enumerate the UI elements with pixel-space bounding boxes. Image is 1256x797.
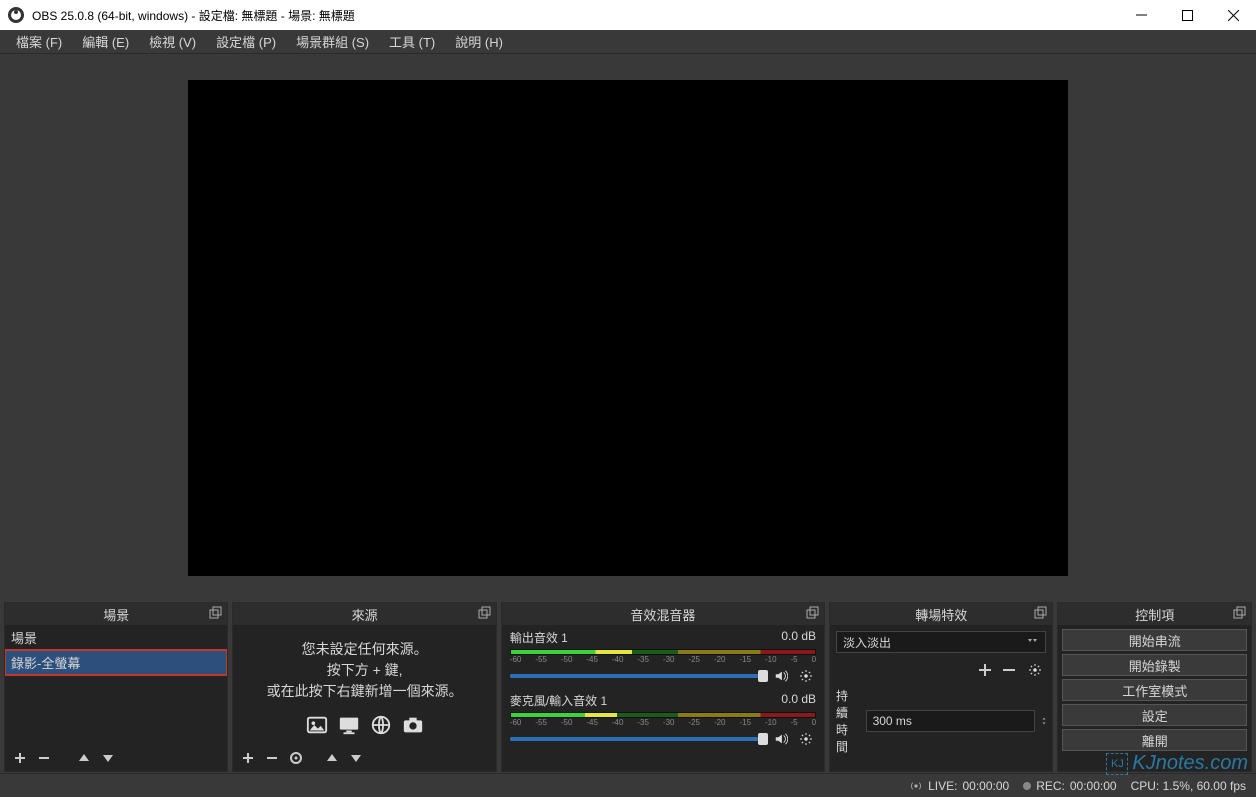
mixer-track: 麥克風/輸入音效 10.0 dB -60-55-50-45-40-35-30-2…: [502, 688, 824, 751]
status-cpu: CPU: 1.5%, 60.00 fps: [1131, 779, 1246, 793]
track-db: 0.0 dB: [781, 629, 816, 646]
remove-source-button[interactable]: [263, 749, 281, 767]
transitions-title: 轉場特效: [915, 605, 967, 624]
controls-title: 控制項: [1135, 605, 1174, 624]
control-button[interactable]: 開始錄製: [1062, 654, 1247, 676]
menu-edit[interactable]: 編輯 (E): [72, 30, 139, 53]
camera-source-icon: [402, 714, 424, 739]
control-button[interactable]: 工作室模式: [1062, 679, 1247, 701]
track-settings-button[interactable]: [796, 729, 816, 749]
menu-tools[interactable]: 工具 (T): [379, 30, 445, 53]
mute-button[interactable]: [772, 730, 790, 748]
scene-item[interactable]: 場景: [5, 625, 227, 650]
move-scene-up-button[interactable]: [75, 749, 93, 767]
undock-icon[interactable]: [806, 606, 820, 623]
menu-scene-collection[interactable]: 場景群組 (S): [286, 30, 379, 53]
transition-select[interactable]: 淡入淡出: [836, 631, 1046, 653]
remove-scene-button[interactable]: [35, 749, 53, 767]
move-source-up-button[interactable]: [323, 749, 341, 767]
scenes-list[interactable]: 場景錄影-全螢幕: [5, 625, 227, 745]
track-name: 麥克風/輸入音效 1: [510, 692, 607, 709]
track-name: 輸出音效 1: [510, 629, 568, 646]
controls-panel: 控制項 開始串流開始錄製工作室模式設定離開: [1057, 602, 1252, 772]
minimize-button[interactable]: [1118, 0, 1164, 30]
volume-slider[interactable]: [510, 674, 766, 678]
preview-area: [0, 54, 1256, 602]
duration-input[interactable]: [866, 710, 1035, 732]
track-settings-button[interactable]: [796, 666, 816, 686]
obs-app-icon: [8, 7, 24, 23]
statusbar: LIVE: 00:00:00 REC: 00:00:00 CPU: 1.5%, …: [0, 773, 1256, 797]
menubar: 檔案 (F) 編輯 (E) 檢視 (V) 設定檔 (P) 場景群組 (S) 工具…: [0, 30, 1256, 54]
status-rec: REC: 00:00:00: [1023, 779, 1116, 793]
scene-item[interactable]: 錄影-全螢幕: [5, 650, 227, 675]
scenes-panel: 場景 場景錄影-全螢幕: [4, 602, 228, 772]
maximize-button[interactable]: [1164, 0, 1210, 30]
mixer-title: 音效混音器: [630, 605, 695, 624]
globe-source-icon: [370, 714, 392, 739]
menu-profile[interactable]: 設定檔 (P): [206, 30, 286, 53]
add-scene-button[interactable]: [11, 749, 29, 767]
move-scene-down-button[interactable]: [99, 749, 117, 767]
sources-empty-message: 您未設定任何來源。 按下方 + 鍵, 或在此按下右鍵新增一個來源。: [233, 625, 495, 708]
close-button[interactable]: [1210, 0, 1256, 30]
duration-label: 持續時間: [836, 687, 860, 755]
display-source-icon: [338, 714, 360, 739]
mixer-panel: 音效混音器 輸出音效 10.0 dB -60-55-50-45-40-35-30…: [501, 602, 825, 772]
audio-meter: [510, 649, 816, 655]
sources-panel: 來源 您未設定任何來源。 按下方 + 鍵, 或在此按下右鍵新增一個來源。: [232, 602, 496, 772]
control-button[interactable]: 離開: [1062, 729, 1247, 751]
control-button[interactable]: 設定: [1062, 704, 1247, 726]
preview-canvas[interactable]: [188, 80, 1068, 576]
menu-view[interactable]: 檢視 (V): [139, 30, 206, 53]
mixer-track: 輸出音效 10.0 dB -60-55-50-45-40-35-30-25-20…: [502, 625, 824, 688]
add-transition-button[interactable]: [976, 661, 994, 679]
status-live: LIVE: 00:00:00: [909, 779, 1009, 793]
sources-title: 來源: [352, 605, 378, 624]
undock-icon[interactable]: [1034, 606, 1048, 623]
control-button[interactable]: 開始串流: [1062, 629, 1247, 651]
volume-slider[interactable]: [510, 737, 766, 741]
source-properties-button[interactable]: [287, 749, 305, 767]
audio-meter: [510, 712, 816, 718]
move-source-down-button[interactable]: [347, 749, 365, 767]
transitions-panel: 轉場特效 淡入淡出 持續時間: [829, 602, 1053, 772]
track-db: 0.0 dB: [781, 692, 816, 709]
undock-icon[interactable]: [209, 606, 223, 623]
transition-settings-button[interactable]: [1024, 659, 1046, 681]
mute-button[interactable]: [772, 667, 790, 685]
window-title: OBS 25.0.8 (64-bit, windows) - 設定檔: 無標題 …: [32, 7, 1118, 24]
titlebar: OBS 25.0.8 (64-bit, windows) - 設定檔: 無標題 …: [0, 0, 1256, 30]
undock-icon[interactable]: [478, 606, 492, 623]
remove-transition-button[interactable]: [1000, 661, 1018, 679]
watermark: KJ KJnotes.com: [1106, 752, 1248, 775]
menu-file[interactable]: 檔案 (F): [6, 30, 72, 53]
undock-icon[interactable]: [1233, 606, 1247, 623]
scenes-title: 場景: [103, 605, 129, 624]
menu-help[interactable]: 說明 (H): [445, 30, 513, 53]
image-source-icon: [306, 714, 328, 739]
add-source-button[interactable]: [239, 749, 257, 767]
